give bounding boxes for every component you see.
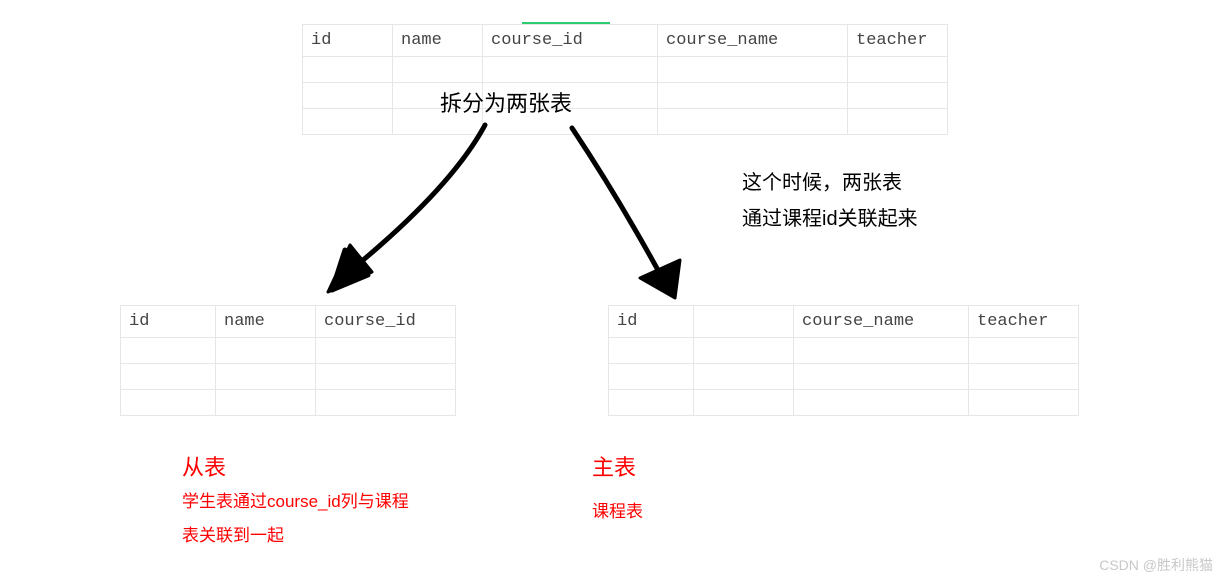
table-row <box>303 109 948 135</box>
table-row <box>609 364 1079 390</box>
secondary-desc-line2: 表关联到一起 <box>182 519 409 553</box>
watermark: CSDN @胜利熊猫 <box>1099 555 1213 575</box>
secondary-title: 从表 <box>182 450 226 482</box>
col-course-name: course_name <box>794 306 969 338</box>
combined-table: id name course_id course_name teacher <box>302 24 948 135</box>
primary-table: id course_name teacher <box>608 305 1079 416</box>
col-course-id: course_id <box>316 306 456 338</box>
table-row <box>609 338 1079 364</box>
split-caption: 拆分为两张表 <box>440 86 572 118</box>
secondary-desc-line1: 学生表通过course_id列与课程 <box>182 485 409 519</box>
col-teacher: teacher <box>848 25 948 57</box>
table-header-row: id name course_id <box>121 306 456 338</box>
col-id: id <box>609 306 694 338</box>
secondary-table: id name course_id <box>120 305 456 416</box>
relation-caption: 这个时候，两张表 通过课程id关联起来 <box>742 165 918 237</box>
col-course-name: course_name <box>658 25 848 57</box>
col-name: name <box>216 306 316 338</box>
col-id: id <box>121 306 216 338</box>
table-row <box>303 57 948 83</box>
secondary-desc: 学生表通过course_id列与课程 表关联到一起 <box>182 485 409 553</box>
col-name: name <box>393 25 483 57</box>
primary-desc: 课程表 <box>592 495 643 529</box>
table-row <box>609 390 1079 416</box>
col-blank <box>694 306 794 338</box>
relation-line2: 通过课程id关联起来 <box>742 201 918 237</box>
table-row <box>121 338 456 364</box>
col-course-id: course_id <box>483 25 658 57</box>
primary-title: 主表 <box>592 450 636 482</box>
table-row <box>303 83 948 109</box>
table-row <box>121 364 456 390</box>
relation-line1: 这个时候，两张表 <box>742 165 918 201</box>
table-row <box>121 390 456 416</box>
table-header-row: id course_name teacher <box>609 306 1079 338</box>
col-id: id <box>303 25 393 57</box>
col-teacher: teacher <box>969 306 1079 338</box>
table-header-row: id name course_id course_name teacher <box>303 25 948 57</box>
